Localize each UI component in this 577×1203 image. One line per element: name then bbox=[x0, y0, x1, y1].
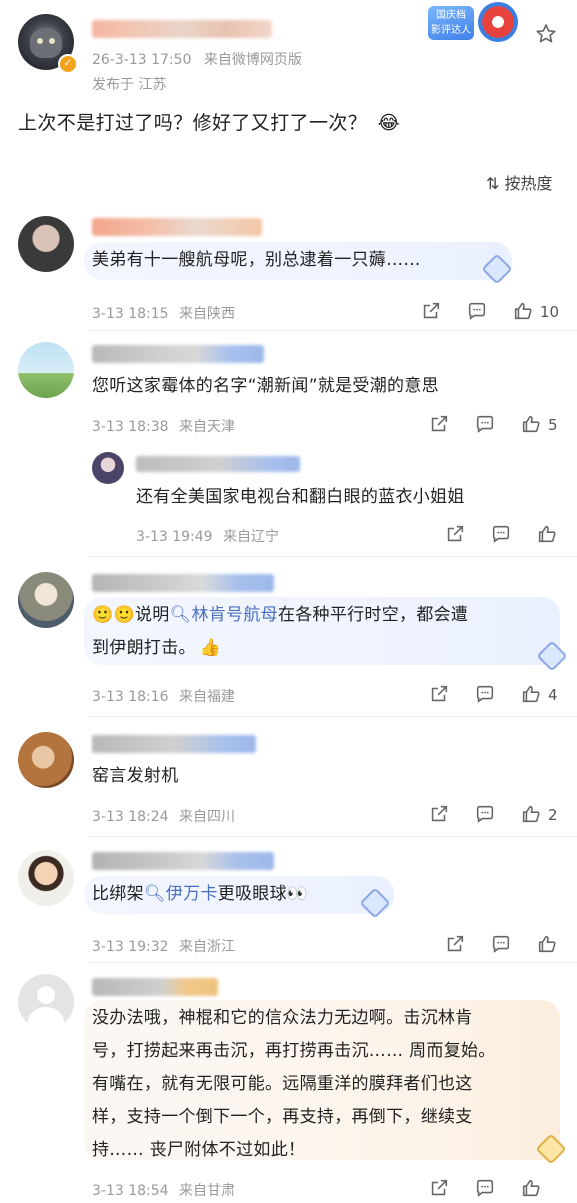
like-icon[interactable] bbox=[512, 300, 534, 322]
share-icon[interactable] bbox=[444, 523, 466, 545]
comment-author-name[interactable] bbox=[92, 218, 262, 236]
eyes-emoji-icon: 👀 bbox=[286, 884, 309, 904]
badge-line-1: 国庆档 bbox=[436, 10, 466, 21]
comment-meta: 3-13 18:15 来自陕西 bbox=[92, 303, 235, 323]
comment-meta: 3-13 18:38 来自天津 bbox=[92, 416, 235, 436]
comment-avatar[interactable] bbox=[18, 216, 74, 272]
comment-author-name[interactable] bbox=[92, 978, 218, 996]
divider bbox=[90, 716, 577, 717]
comment-author-name[interactable] bbox=[92, 852, 274, 870]
like-icon[interactable] bbox=[520, 683, 542, 705]
achievement-badge[interactable]: 国庆档 影评达人 bbox=[428, 2, 530, 46]
mascot-icon bbox=[478, 2, 518, 42]
comment-time: 3-13 18:16 bbox=[92, 689, 169, 705]
reply-time: 3-13 19:49 bbox=[136, 529, 213, 545]
sort-icon: ⇅ bbox=[486, 174, 500, 193]
like-count: 4 bbox=[548, 686, 558, 704]
sort-label: 按热度 bbox=[504, 174, 553, 193]
comment-avatar[interactable] bbox=[18, 850, 74, 906]
reply-author-name[interactable] bbox=[136, 456, 300, 472]
share-icon[interactable] bbox=[444, 933, 466, 955]
reply-avatar[interactable] bbox=[92, 452, 124, 484]
comment-text: 窑言发射机 bbox=[92, 766, 179, 786]
badge-line-2: 影评达人 bbox=[431, 25, 471, 36]
comment-icon[interactable] bbox=[474, 413, 496, 435]
like-icon[interactable] bbox=[536, 523, 558, 545]
share-icon[interactable] bbox=[428, 683, 450, 705]
verified-badge-icon: ✓ bbox=[58, 54, 78, 74]
comment-avatar[interactable] bbox=[18, 732, 74, 788]
divider bbox=[90, 330, 577, 331]
comment-meta: 3-13 18:16 来自福建 bbox=[92, 686, 235, 706]
reply-location: 来自辽宁 bbox=[223, 529, 280, 545]
comment-location: 来自浙江 bbox=[179, 939, 236, 955]
emoji-icon: 🙂🙂 bbox=[92, 605, 135, 625]
share-icon[interactable] bbox=[428, 413, 450, 435]
comment-location: 来自天津 bbox=[179, 419, 236, 435]
comment-text: 美弟有十一艘航母呢，别总逮着一只薅…… bbox=[92, 250, 421, 270]
like-icon[interactable] bbox=[520, 413, 542, 435]
search-icon: 🔍︎ bbox=[169, 605, 192, 625]
topic-link[interactable]: 🔍︎林肯号航母 bbox=[170, 605, 278, 625]
like-count: 5 bbox=[548, 416, 558, 434]
divider bbox=[90, 962, 577, 963]
like-count: 2 bbox=[548, 806, 558, 824]
star-icon[interactable] bbox=[534, 22, 558, 46]
comment-time: 3-13 18:24 bbox=[92, 809, 169, 825]
sort-button[interactable]: ⇅ 按热度 bbox=[486, 170, 553, 194]
author-name[interactable] bbox=[92, 20, 272, 38]
comment-time: 3-13 19:32 bbox=[92, 939, 169, 955]
comment-time: 3-13 18:38 bbox=[92, 419, 169, 435]
divider bbox=[90, 556, 577, 557]
comment-location: 来自福建 bbox=[179, 689, 236, 705]
like-count: 10 bbox=[540, 303, 560, 321]
comment-location: 来自四川 bbox=[179, 809, 236, 825]
comment-author-name[interactable] bbox=[92, 574, 274, 592]
comment-text: 您听这家霉体的名字“潮新闻”就是受潮的意思 bbox=[92, 376, 439, 396]
comment-icon[interactable] bbox=[490, 933, 512, 955]
like-icon[interactable] bbox=[520, 1177, 542, 1199]
comment-text: 没办法哦，神棍和它的信众法力无边啊。击沉林肯 号，打捞起来再击沉，再打捞再击沉…… bbox=[92, 1008, 496, 1160]
divider bbox=[90, 836, 577, 837]
comment-icon[interactable] bbox=[474, 683, 496, 705]
comment-meta: 3-13 18:24 来自四川 bbox=[92, 806, 235, 826]
comment-time: 3-13 18:15 bbox=[92, 306, 169, 322]
post-location: 发布于 江苏 bbox=[92, 77, 167, 93]
comment-avatar[interactable] bbox=[18, 974, 74, 1030]
post-timestamp: 26-3-13 17:50 bbox=[92, 52, 192, 68]
post-meta: 26-3-13 17:50 来自微博网页版 bbox=[92, 49, 302, 69]
post-text: 上次不是打过了吗？修好了又打了一次？ 😂 bbox=[18, 112, 401, 134]
comment-author-name[interactable] bbox=[92, 345, 264, 363]
share-icon[interactable] bbox=[428, 1177, 450, 1199]
comment-time: 3-13 18:54 bbox=[92, 1183, 169, 1199]
comment-text: 比绑架🔍︎伊万卡更吸眼球👀 bbox=[92, 884, 309, 904]
share-icon[interactable] bbox=[420, 300, 442, 322]
laugh-emoji-icon: 😂 bbox=[377, 112, 401, 134]
reply-meta: 3-13 19:49 来自辽宁 bbox=[136, 526, 279, 546]
comment-location: 来自甘肃 bbox=[179, 1183, 236, 1199]
comment-meta: 3-13 18:54 来自甘肃 bbox=[92, 1180, 235, 1200]
comment-location: 来自陕西 bbox=[179, 306, 236, 322]
comment-icon[interactable] bbox=[490, 523, 512, 545]
post-source: 来自微博网页版 bbox=[203, 52, 302, 68]
comment-avatar[interactable] bbox=[18, 342, 74, 398]
thumbs-up-emoji-icon: 👍 bbox=[199, 638, 222, 658]
share-icon[interactable] bbox=[428, 803, 450, 825]
comment-meta: 3-13 19:32 来自浙江 bbox=[92, 936, 235, 956]
like-icon[interactable] bbox=[520, 803, 542, 825]
comment-icon[interactable] bbox=[474, 1177, 496, 1199]
search-icon: 🔍︎ bbox=[143, 884, 166, 904]
comment-avatar[interactable] bbox=[18, 572, 74, 628]
comment-icon[interactable] bbox=[466, 300, 488, 322]
like-icon[interactable] bbox=[536, 933, 558, 955]
comment-text: 🙂🙂说明🔍︎林肯号航母在各种平行时空，都会遭 到伊朗打击。 👍 bbox=[92, 605, 469, 658]
comment-icon[interactable] bbox=[474, 803, 496, 825]
comment-author-name[interactable] bbox=[92, 735, 256, 753]
topic-link[interactable]: 🔍︎伊万卡 bbox=[144, 884, 218, 904]
reply-text: 还有全美国家电视台和翻白眼的蓝衣小姐姐 bbox=[136, 487, 465, 507]
